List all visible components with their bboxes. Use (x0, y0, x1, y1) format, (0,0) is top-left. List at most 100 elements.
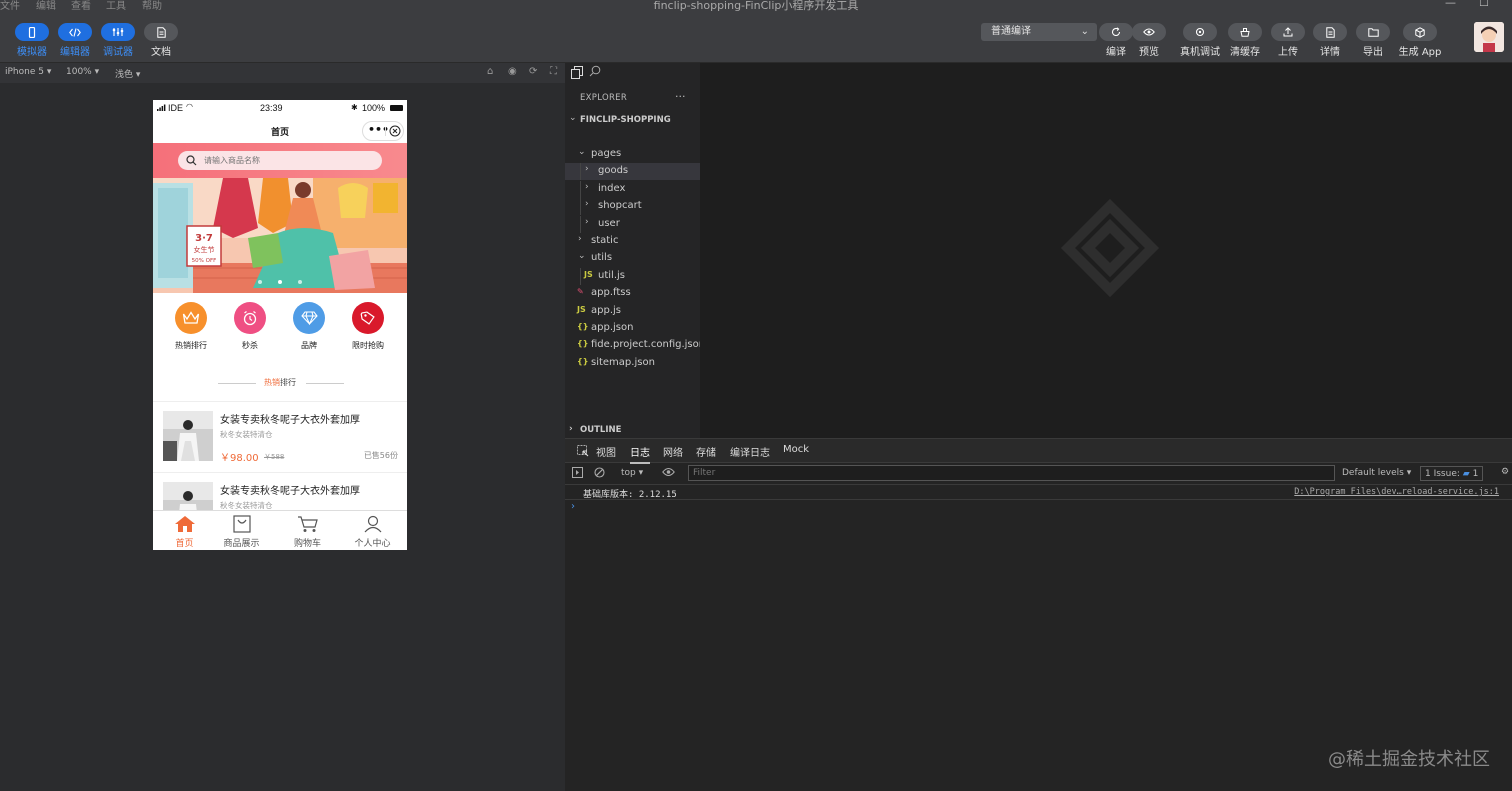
tree-item-goods[interactable]: › goods (565, 163, 700, 181)
filter-input[interactable] (688, 465, 1335, 481)
tree-item-label: goods (598, 165, 629, 177)
tree-item-index[interactable]: › index (565, 180, 700, 198)
tree-item-static[interactable]: › static (565, 233, 700, 250)
tab-home[interactable]: 首页 (153, 515, 216, 549)
category-limited-sale[interactable]: 限时抢购 (338, 302, 398, 351)
theme-value: 浅色 (115, 70, 134, 80)
clock-icon (234, 302, 266, 334)
clear-icon (1228, 23, 1262, 41)
export-button[interactable]: 导出 (1348, 23, 1398, 58)
bluetooth-icon: ✱ (351, 103, 358, 112)
outline-section[interactable]: › OUTLINE (565, 424, 700, 438)
editor-label: 编辑器 (60, 47, 90, 58)
project-root[interactable]: ⌄ FINCLIP-SHOPPING (565, 112, 700, 129)
tree-item-label: pages (591, 148, 622, 159)
chevron-down-icon: ⌄ (578, 251, 586, 262)
zoom-select[interactable]: 100% ▾ (66, 67, 99, 77)
search-icon[interactable] (589, 65, 601, 80)
tab-cart[interactable]: 购物车 (276, 515, 339, 549)
product-price: ￥98.00 (220, 453, 259, 464)
chevron-right-icon: › (585, 199, 589, 210)
capsule-divider (385, 127, 386, 136)
indent-guide (580, 215, 581, 233)
js-file-icon: JS (584, 269, 593, 279)
tab-storage[interactable]: 存储 (696, 444, 716, 459)
search-box[interactable] (178, 151, 382, 170)
tree-item-sitemap-json[interactable]: {} sitemap.json (565, 355, 700, 372)
simulator-button[interactable]: 模拟器 (12, 23, 52, 58)
issues-button[interactable]: 1 Issue: ▰ 1 (1420, 466, 1484, 481)
banner-badge-discount: 50% OFF (192, 258, 217, 264)
log-levels-select[interactable]: Default levels ▾ (1342, 468, 1411, 478)
search-icon (186, 155, 197, 169)
eye-icon (1132, 23, 1166, 41)
maximize-icon[interactable]: ☐ (1479, 0, 1489, 9)
simulator-label: 模拟器 (17, 47, 47, 58)
json-file-icon: {} (577, 356, 589, 366)
build-app-button[interactable]: 生成 App (1395, 23, 1445, 58)
debug-icon (101, 23, 135, 41)
editor-button[interactable]: 编辑器 (55, 23, 95, 58)
phone-icon (15, 23, 49, 41)
files-icon[interactable] (571, 66, 583, 82)
debugger-button[interactable]: 调试器 (98, 23, 138, 58)
tree-item-label: user (598, 217, 620, 229)
tree-item-label: shopcart (598, 200, 642, 212)
tree-item-label: app.json (591, 322, 634, 333)
rotate-icon[interactable]: ⟳ (529, 66, 537, 77)
clear-console-icon[interactable] (594, 467, 605, 481)
preview-button[interactable]: 预览 (1124, 23, 1174, 58)
more-icon[interactable]: ··· (675, 90, 686, 103)
location-icon[interactable]: ◉ (508, 66, 517, 77)
nav-bar: 首页 ••• (153, 118, 407, 143)
tree-item-app-json[interactable]: {} app.json (565, 320, 700, 337)
chevron-down-icon: ⌄ (569, 113, 577, 123)
section-divider-right (306, 383, 344, 384)
category-hot-ranking[interactable]: 热销排行 (161, 302, 221, 351)
device-select[interactable]: iPhone 5 ▾ (5, 67, 51, 77)
tree-item-fide-project-config-json[interactable]: {} fide.project.config.json (565, 337, 705, 354)
context-select[interactable]: top ▾ (621, 468, 643, 478)
home-icon (174, 516, 196, 536)
tree-item-app-js[interactable]: JS app.js (565, 303, 700, 320)
tree-item-shopcart[interactable]: › shopcart (565, 198, 700, 216)
tree-item-app-ftss[interactable]: ✎ app.ftss (565, 285, 700, 302)
home-icon[interactable]: ⌂ (487, 66, 493, 77)
console-log-source-link[interactable]: D:\Program Files\dev…reload-service.js:1 (1294, 487, 1499, 497)
avatar[interactable] (1474, 22, 1504, 52)
close-icon[interactable] (389, 125, 401, 140)
tree-item-utils[interactable]: ⌄ utils (565, 250, 700, 267)
tree-item-label: sitemap.json (591, 356, 655, 368)
section-title-rest: 排行 (280, 378, 296, 387)
tree-item-pages[interactable]: ⌄ pages (565, 146, 700, 163)
tab-network[interactable]: 网络 (663, 444, 683, 459)
tab-log[interactable]: 日志 (630, 444, 650, 464)
docs-button[interactable]: 文档 (141, 23, 181, 58)
category-flash-sale[interactable]: 秒杀 (220, 302, 280, 351)
minimize-icon[interactable]: — (1445, 0, 1456, 9)
tab-view[interactable]: 视图 (596, 444, 616, 459)
inspect-icon[interactable] (577, 445, 589, 460)
compile-mode-select[interactable]: 普通编译 ⌄ (981, 23, 1097, 41)
fullscreen-icon[interactable]: ⛶ (550, 66, 557, 77)
tab-products[interactable]: 商品展示 (210, 515, 273, 549)
banner-carousel[interactable]: 3·7 女生节 50% OFF (153, 178, 407, 293)
tree-item-user[interactable]: › user (565, 215, 700, 233)
tab-mock[interactable]: Mock (783, 444, 809, 455)
category-label: 限时抢购 (352, 341, 384, 350)
sidebar-toggle-icon[interactable] (572, 467, 583, 481)
tab-profile[interactable]: 个人中心 (341, 515, 404, 549)
search-input[interactable] (204, 151, 374, 170)
product-item[interactable]: 女装专卖秋冬呢子大衣外套加厚 秋冬女装特清仓 ￥98.00 ￥588 已售56份 (153, 401, 407, 467)
eye-icon[interactable] (662, 467, 675, 480)
theme-select[interactable]: 浅色 ▾ (115, 67, 140, 80)
console-prompt[interactable]: › (571, 501, 575, 512)
remote-debug-button[interactable]: 真机调试 (1175, 23, 1225, 58)
tree-item-util-js[interactable]: JS util.js (565, 267, 700, 285)
tab-label: 个人中心 (354, 539, 391, 549)
console-divider (565, 499, 1512, 500)
gear-icon[interactable]: ⚙ (1501, 467, 1509, 477)
crown-icon (175, 302, 207, 334)
tab-compile-log[interactable]: 编译日志 (730, 444, 770, 459)
category-brand[interactable]: 品牌 (279, 302, 339, 351)
